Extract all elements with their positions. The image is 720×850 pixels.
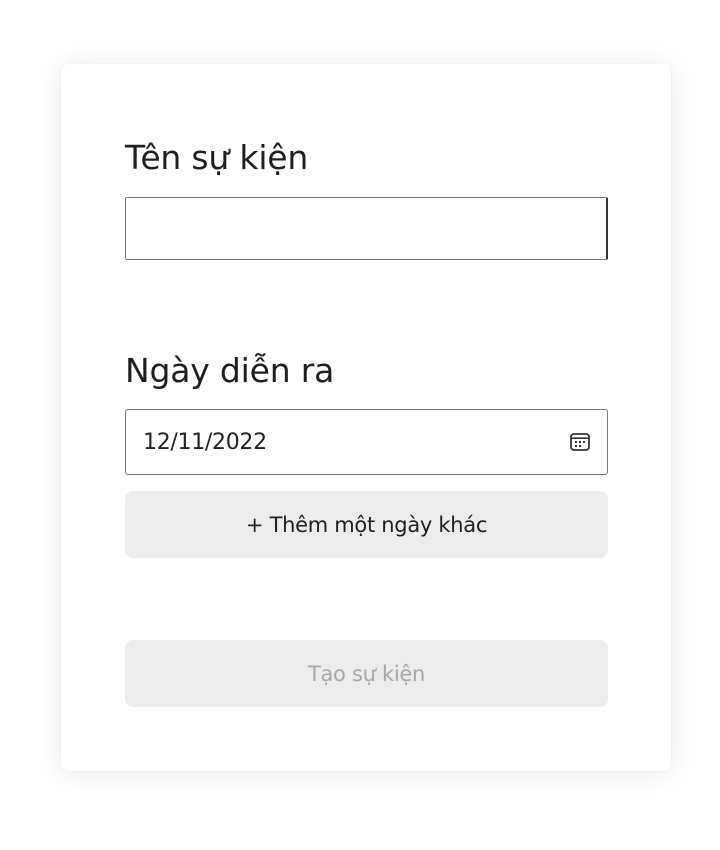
event-date-label: Ngày diễn ra <box>125 351 335 390</box>
event-form-card: Tên sự kiện Ngày diễn ra 12/11/2022 + Th… <box>61 64 671 771</box>
add-another-date-button[interactable]: + Thêm một ngày khác <box>125 491 608 558</box>
event-name-label: Tên sự kiện <box>125 138 309 177</box>
calendar-icon[interactable] <box>569 432 591 452</box>
event-date-value[interactable]: 12/11/2022 <box>143 430 569 455</box>
create-event-button[interactable]: Tạo sự kiện <box>125 640 608 707</box>
event-name-input[interactable] <box>125 197 608 260</box>
event-date-input[interactable]: 12/11/2022 <box>125 409 608 475</box>
